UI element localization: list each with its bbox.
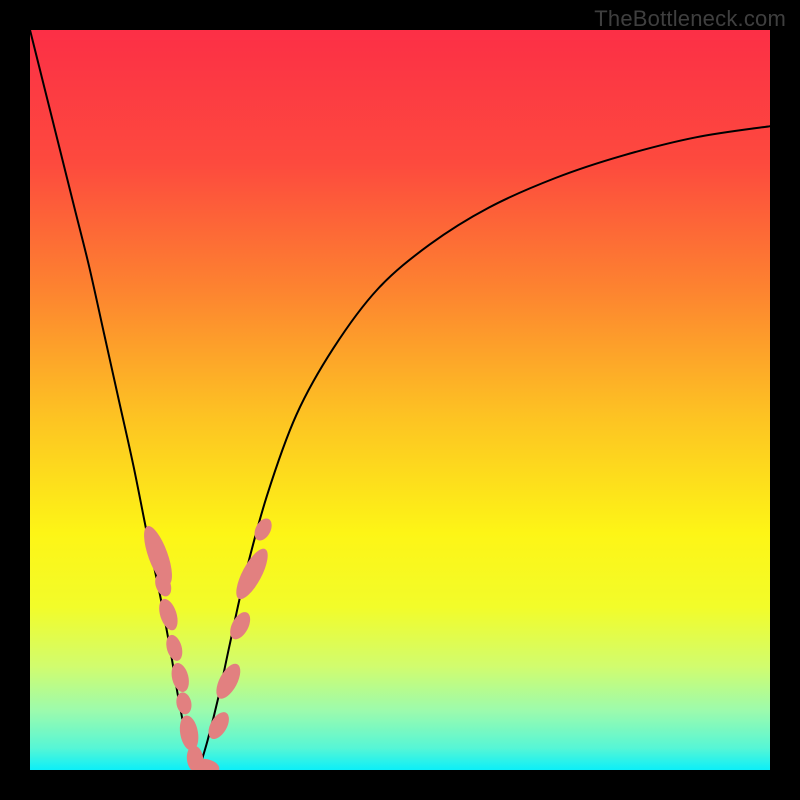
curve-marker [164, 633, 186, 663]
curve-marker [156, 597, 182, 633]
watermark-label: TheBottleneck.com [594, 6, 786, 32]
curves-layer [30, 30, 770, 770]
plot-area [30, 30, 770, 770]
curve-marker [211, 660, 245, 702]
curve-marker [177, 714, 201, 752]
chart-frame: TheBottleneck.com [0, 0, 800, 800]
curve-marker [230, 545, 273, 604]
right-curve [199, 126, 770, 770]
